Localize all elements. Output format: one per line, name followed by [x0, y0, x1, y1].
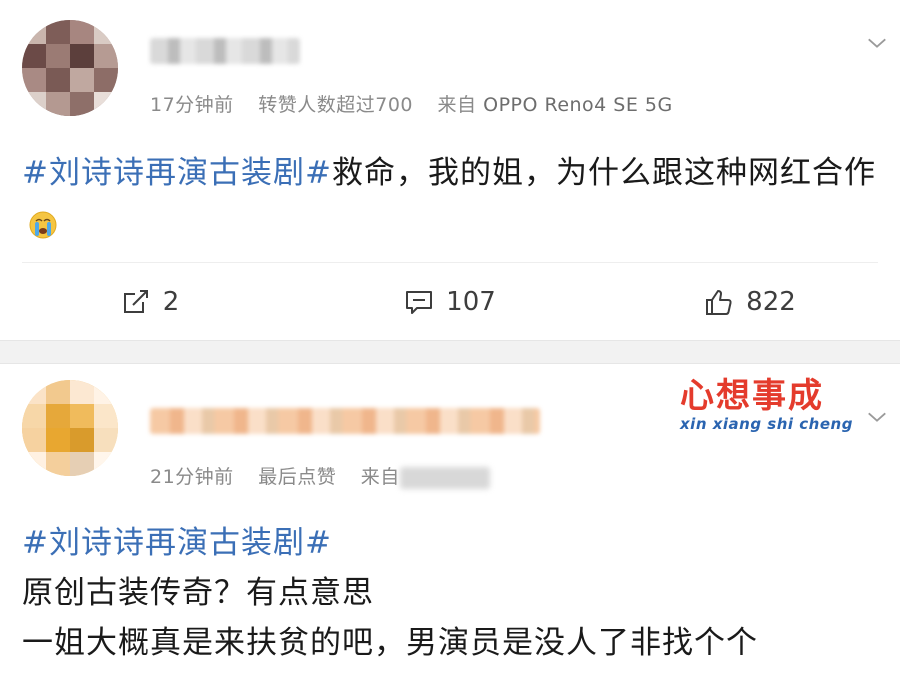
post-time: 17分钟前 [150, 94, 234, 116]
thumbs-up-icon [706, 290, 732, 315]
like-button[interactable]: 822 [600, 287, 900, 317]
post-time: 21分钟前 [150, 466, 234, 488]
repost-icon [123, 290, 148, 313]
watermark-cn: 心想事成 [680, 376, 824, 416]
source-device-blurred[interactable] [399, 466, 490, 489]
source-label: 来自 [360, 466, 400, 488]
repost-count: 2 [162, 287, 180, 317]
watermark-pinyin: xin xiang shi cheng [680, 415, 853, 433]
hashtag-link[interactable]: #刘诗诗再演古装剧# [22, 155, 332, 191]
chevron-down-icon[interactable] [866, 406, 888, 428]
post-separator [0, 340, 900, 364]
like-count: 822 [746, 287, 796, 317]
repost-button[interactable]: 2 [0, 287, 300, 317]
post-meta: 21分钟前 最后点赞 来自 [150, 462, 508, 489]
username-blurred[interactable] [150, 38, 300, 64]
username-blurred[interactable] [150, 408, 540, 434]
post-meta: 17分钟前 转赞人数超过700 来自 OPPO Reno4 SE 5G [150, 90, 691, 117]
post-status: 最后点赞 [258, 466, 337, 488]
avatar[interactable] [22, 380, 118, 476]
chevron-down-icon[interactable] [866, 32, 888, 54]
post-status: 转赞人数超过700 [258, 94, 413, 116]
post-text-line: 一姐大概真是来扶贫的吧，男演员是没人了非找个个 [22, 625, 758, 661]
crying-face-icon [29, 211, 57, 238]
post-text-line: 原创古装传奇？有点意思 [22, 575, 374, 611]
comment-button[interactable]: 107 [300, 287, 600, 317]
source-device[interactable]: OPPO Reno4 SE 5G [483, 94, 673, 116]
post-actions: 2 107 822 [0, 272, 900, 332]
post-content: #刘诗诗再演古装剧#救命，我的姐，为什么跟这种网红合作 [22, 148, 880, 248]
post-card: 17分钟前 转赞人数超过700 来自 OPPO Reno4 SE 5G #刘诗诗… [0, 0, 900, 340]
hashtag-link[interactable]: #刘诗诗再演古装剧# [22, 525, 332, 561]
watermark-logo: 心想事成 xin xiang shi cheng [680, 368, 860, 438]
divider [22, 262, 878, 263]
post-content: #刘诗诗再演古装剧# 原创古装传奇？有点意思 一姐大概真是来扶贫的吧，男演员是没… [22, 518, 880, 668]
post-text: 救命，我的姐，为什么跟这种网红合作 [331, 155, 876, 191]
comment-count: 107 [446, 287, 496, 317]
comment-icon [406, 291, 433, 314]
source-label: 来自 [437, 94, 477, 116]
avatar[interactable] [22, 20, 118, 116]
